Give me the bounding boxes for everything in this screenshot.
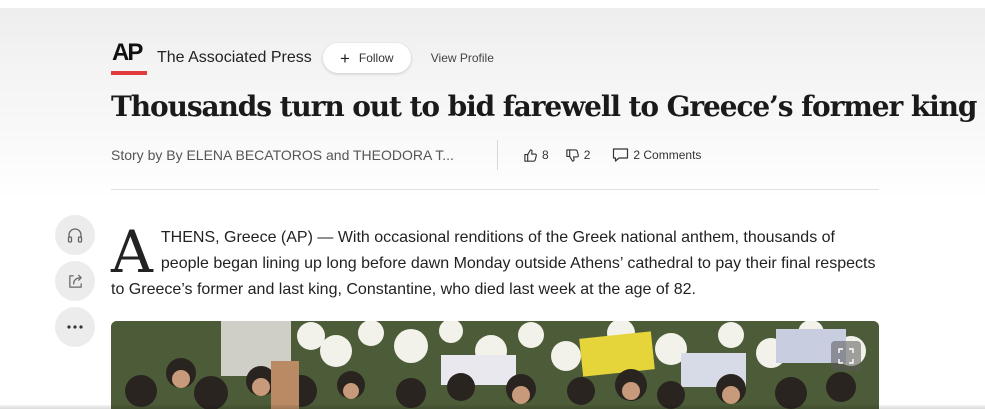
headphones-icon bbox=[67, 228, 83, 243]
thumbs-up-icon bbox=[524, 148, 537, 162]
dislike-button[interactable]: 2 bbox=[565, 148, 591, 163]
header-divider bbox=[111, 189, 879, 190]
top-bar bbox=[0, 0, 985, 8]
more-options-button[interactable] bbox=[55, 307, 95, 347]
follow-label: Follow bbox=[358, 51, 394, 65]
view-profile-link[interactable]: View Profile bbox=[431, 51, 494, 65]
comment-icon bbox=[613, 148, 629, 162]
bottom-shadow bbox=[0, 405, 985, 409]
expand-image-button[interactable] bbox=[831, 341, 861, 371]
byline-row: Story by By ELENA BECATOROS and THEODORA… bbox=[111, 140, 701, 170]
logo-underline bbox=[111, 71, 147, 75]
share-icon bbox=[68, 273, 82, 288]
ap-logo[interactable]: AP bbox=[111, 39, 147, 75]
article-body: A THENS, Greece (AP) — With occasional r… bbox=[111, 218, 879, 303]
byline[interactable]: Story by By ELENA BECATOROS and THEODORA… bbox=[111, 147, 483, 163]
divider bbox=[497, 140, 498, 170]
listen-button[interactable] bbox=[55, 215, 95, 255]
drop-cap: A bbox=[111, 218, 153, 286]
article-title: Thousands turn out to bid farewell to Gr… bbox=[111, 90, 978, 123]
comments-button[interactable]: 2 Comments bbox=[612, 147, 701, 163]
logo-text: AP bbox=[112, 39, 143, 66]
fullscreen-icon bbox=[838, 348, 854, 364]
share-button[interactable] bbox=[55, 261, 95, 301]
publisher-name[interactable]: The Associated Press bbox=[157, 49, 312, 67]
more-icon bbox=[67, 325, 83, 329]
article-photo[interactable] bbox=[111, 321, 879, 409]
article-paragraph: THENS, Greece (AP) — With occasional ren… bbox=[111, 229, 876, 298]
like-count: 8 bbox=[542, 148, 549, 162]
plus-icon: + bbox=[339, 48, 350, 68]
thumbs-down-icon bbox=[566, 148, 579, 162]
publisher-header: AP The Associated Press + Follow View Pr… bbox=[111, 39, 494, 75]
funeral-crowd-image bbox=[111, 321, 879, 409]
like-button[interactable]: 8 bbox=[523, 148, 549, 163]
comments-count: 2 Comments bbox=[633, 148, 702, 162]
follow-button[interactable]: + Follow bbox=[322, 43, 411, 73]
dislike-count: 2 bbox=[583, 148, 591, 162]
